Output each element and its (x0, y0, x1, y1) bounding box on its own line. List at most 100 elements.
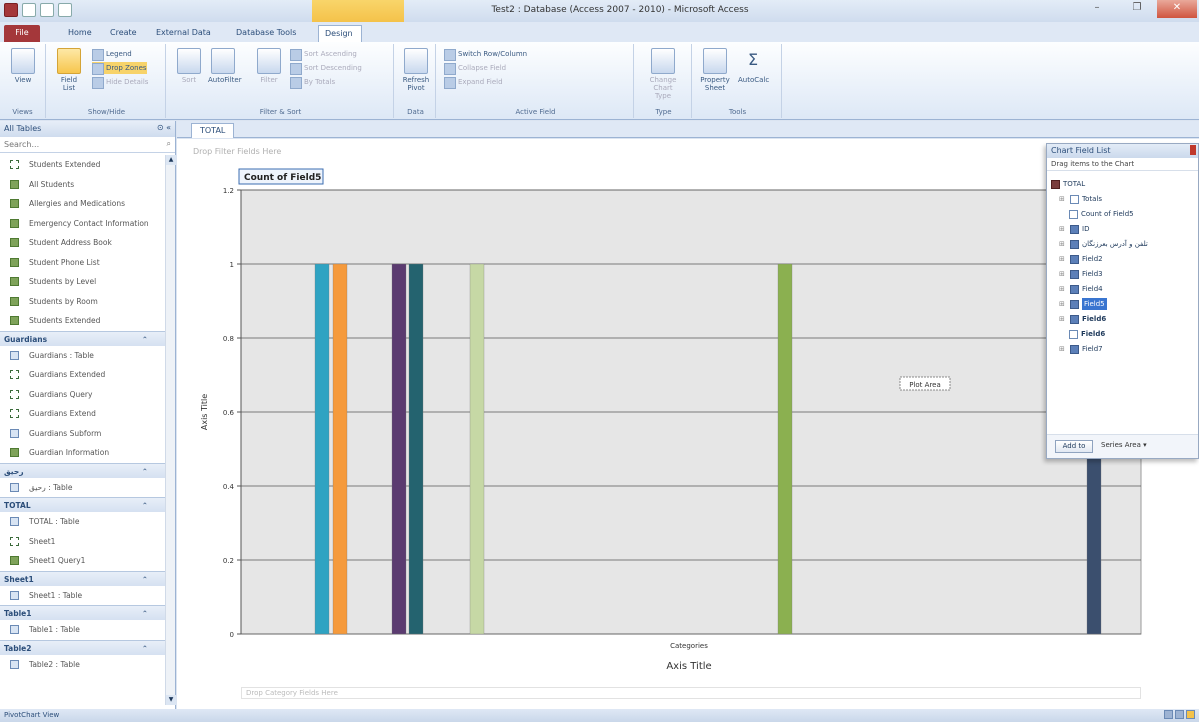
field-list-item[interactable]: ⊞ Field2 (1059, 253, 1103, 265)
x-axis-title[interactable]: Axis Title (666, 661, 711, 672)
expand-icon[interactable]: ⊞ (1059, 253, 1067, 265)
chevron-up-icon[interactable]: ⌃ (142, 606, 148, 621)
sort-descending-button[interactable]: Sort Descending (290, 62, 362, 75)
scroll-up-icon[interactable]: ▲ (166, 155, 176, 165)
field-list-item[interactable]: ⊞ Field3 (1059, 268, 1103, 280)
expand-icon[interactable]: ⊞ (1059, 298, 1067, 310)
sort-ascending-button[interactable]: Sort Ascending (290, 48, 357, 61)
nav-group-header[interactable]: Table2 ⌃ (0, 639, 166, 656)
nav-header[interactable]: All Tables ⊙ « (0, 121, 175, 137)
pivotchart-view-icon[interactable] (1186, 710, 1195, 719)
category-drop-zone[interactable]: Drop Category Fields Here (241, 687, 1141, 699)
chart-bar[interactable] (408, 263, 424, 635)
filter-button[interactable]: Filter (254, 48, 284, 84)
tab-design[interactable]: Design (318, 25, 362, 42)
field-list-item[interactable]: Count of Field5 (1069, 208, 1134, 220)
field-list-item[interactable]: ⊞ Field7 (1059, 343, 1103, 355)
nav-item[interactable]: Table2 : Table (0, 655, 166, 675)
nav-scrollbar[interactable]: ▲ ▼ (165, 155, 176, 705)
tab-database-tools[interactable]: Database Tools (230, 25, 302, 42)
access-logo-icon[interactable] (4, 3, 18, 17)
nav-item[interactable]: Sheet1 : Table (0, 586, 166, 606)
design-view-icon[interactable] (1175, 710, 1184, 719)
nav-group-header[interactable]: TOTAL ⌃ (0, 497, 166, 512)
chevron-up-icon[interactable]: ⌃ (142, 641, 148, 656)
autofilter-button[interactable]: AutoFilter (208, 48, 242, 84)
nav-item[interactable]: Guardians Subform (0, 424, 166, 444)
expand-icon[interactable]: ⊞ (1059, 193, 1067, 205)
field-list-item[interactable]: ⊞ Field4 (1059, 283, 1103, 295)
nav-group-header[interactable]: Guardians ⌃ (0, 330, 166, 347)
sort-button[interactable]: Sort (174, 48, 204, 84)
field-list-item[interactable]: ⊞ Field5 (1059, 298, 1107, 310)
chevron-up-icon[interactable]: ⌃ (142, 572, 148, 587)
hide-details-button[interactable]: Hide Details (92, 76, 148, 89)
field-list-item[interactable]: ⊞ Field6 (1059, 313, 1106, 325)
nav-item[interactable]: TOTAL : Table (0, 512, 166, 532)
tab-external-data[interactable]: External Data (150, 25, 217, 42)
scroll-down-icon[interactable]: ▼ (166, 695, 176, 705)
legend-button[interactable]: Legend (92, 48, 132, 61)
chart-bar[interactable] (391, 263, 407, 635)
nav-item[interactable]: Students by Level (0, 272, 166, 292)
refresh-pivot-button[interactable]: Refresh Pivot (401, 48, 431, 92)
expand-field-button[interactable]: Expand Field (444, 76, 503, 89)
close-button[interactable]: ✕ (1157, 0, 1197, 18)
by-totals-button[interactable]: By Totals (290, 76, 335, 89)
undo-icon[interactable] (40, 3, 54, 17)
nav-item[interactable]: Students Extended (0, 311, 166, 331)
expand-icon[interactable]: ⊞ (1059, 343, 1067, 355)
drop-zones-button[interactable]: Drop Zones (92, 62, 147, 75)
filter-drop-zone[interactable]: Drop Filter Fields Here (193, 147, 281, 156)
nav-group-header[interactable]: رحيق ⌃ (0, 462, 166, 479)
chevron-up-icon[interactable]: ⌃ (142, 332, 148, 347)
field-list-item[interactable]: TOTAL (1051, 178, 1085, 190)
nav-search-input[interactable]: Search... ⌕ (0, 137, 175, 153)
tab-home[interactable]: Home (62, 25, 98, 42)
nav-item[interactable]: Table1 : Table (0, 620, 166, 640)
tab-create[interactable]: Create (104, 25, 143, 42)
add-to-button[interactable]: Add to (1055, 440, 1093, 453)
field-list-item[interactable]: ⊞ ID (1059, 223, 1089, 235)
tab-file[interactable]: File (4, 25, 40, 42)
minimize-button[interactable]: – (1077, 0, 1117, 18)
nav-collapse-icon[interactable]: ⊙ « (157, 123, 171, 132)
nav-item[interactable]: رحيق : Table (0, 478, 166, 498)
expand-icon[interactable]: ⊞ (1059, 268, 1067, 280)
tab-total[interactable]: TOTAL (191, 123, 235, 138)
expand-icon[interactable]: ⊞ (1059, 313, 1067, 325)
field-list-button[interactable]: Field List (54, 48, 84, 92)
switch-row-column-button[interactable]: Switch Row/Column (444, 48, 527, 61)
field-list-item[interactable]: ⊞ Totals (1059, 193, 1102, 205)
change-chart-type-button[interactable]: Change Chart Type (648, 48, 678, 100)
collapse-field-button[interactable]: Collapse Field (444, 62, 506, 75)
chevron-up-icon[interactable]: ⌃ (142, 464, 148, 479)
field-list-item[interactable]: ⊞ تلفن و آدرس بعرزنگان (1059, 238, 1148, 250)
nav-item[interactable]: Student Phone List (0, 253, 166, 273)
nav-item[interactable]: All Students (0, 175, 166, 195)
chart-title[interactable]: Count of Field5 (244, 173, 321, 183)
redo-icon[interactable] (58, 3, 72, 17)
nav-item[interactable]: Students Extended (0, 155, 166, 175)
search-icon[interactable]: ⌕ (167, 139, 171, 149)
maximize-button[interactable]: ❐ (1117, 0, 1157, 18)
expand-icon[interactable]: ⊞ (1059, 238, 1067, 250)
nav-item[interactable]: Guardians Extended (0, 365, 166, 385)
nav-item[interactable]: Emergency Contact Information (0, 214, 166, 234)
y-axis-title[interactable]: Axis Title (200, 394, 209, 430)
nav-item[interactable]: Sheet1 Query1 (0, 551, 166, 571)
field-list-item[interactable]: Field6 (1069, 328, 1105, 340)
nav-item[interactable]: Guardians Extend (0, 404, 166, 424)
chart-bar[interactable] (314, 263, 330, 635)
pivottable-view-icon[interactable] (1164, 710, 1173, 719)
nav-group-header[interactable]: Sheet1 ⌃ (0, 570, 166, 587)
chart-bar[interactable] (469, 263, 485, 635)
nav-item[interactable]: Students by Room (0, 292, 166, 312)
view-button[interactable]: View (8, 48, 38, 84)
area-select[interactable]: Series Area ▾ (1097, 440, 1192, 453)
expand-icon[interactable]: ⊞ (1059, 283, 1067, 295)
nav-item[interactable]: Guardians : Table (0, 346, 166, 366)
save-icon[interactable] (22, 3, 36, 17)
nav-item[interactable]: Guardians Query (0, 385, 166, 405)
nav-item[interactable]: Guardian Information (0, 443, 166, 463)
